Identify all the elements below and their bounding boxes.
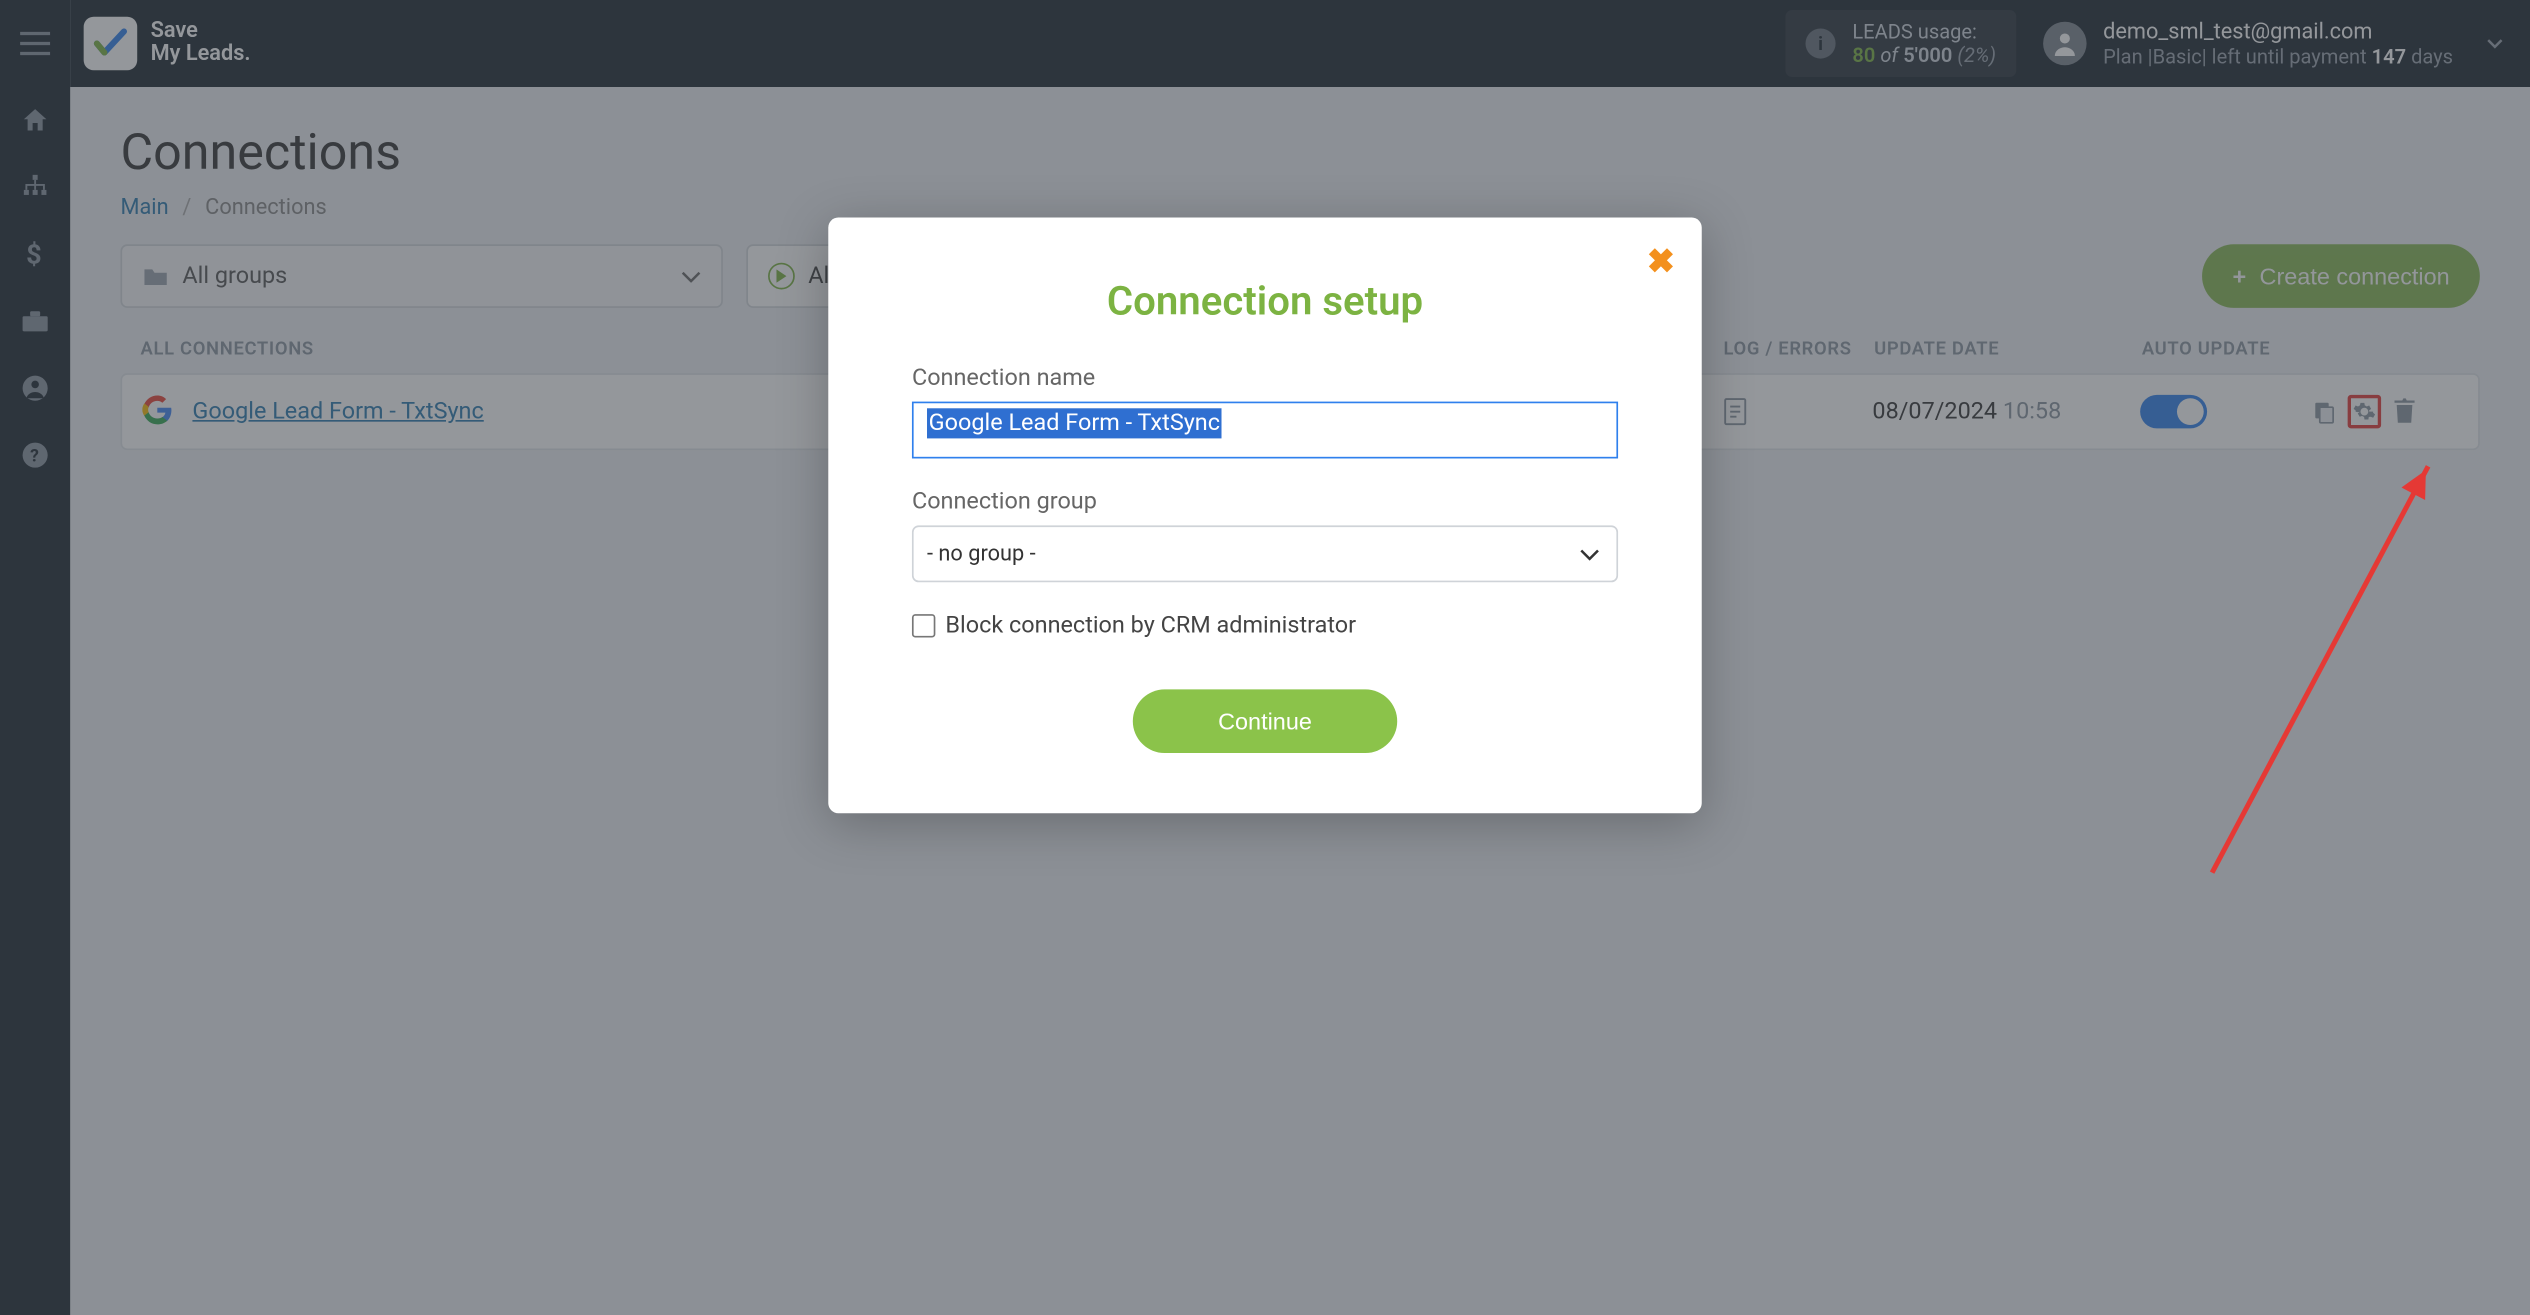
- connection-group-select[interactable]: - no group -: [912, 525, 1618, 582]
- connection-name-input[interactable]: Google Lead Form - TxtSync: [912, 402, 1618, 459]
- block-connection-checkbox[interactable]: Block connection by CRM administrator: [912, 612, 1618, 639]
- connection-group-value: - no group -: [927, 541, 1036, 566]
- block-connection-label: Block connection by CRM administrator: [945, 612, 1356, 639]
- label-connection-name: Connection name: [912, 365, 1618, 392]
- modal-title: Connection setup: [912, 278, 1618, 325]
- label-connection-group: Connection group: [912, 489, 1618, 516]
- checkbox-box-icon: [912, 614, 935, 637]
- continue-button[interactable]: Continue: [1133, 689, 1397, 753]
- connection-setup-modal: ✖ Connection setup Connection name Googl…: [828, 218, 1701, 814]
- chevron-down-icon: [1580, 548, 1600, 560]
- annotation-arrow-head: [2401, 464, 2437, 500]
- close-icon[interactable]: ✖: [1647, 241, 1675, 281]
- modal-overlay: ✖ Connection setup Connection name Googl…: [0, 0, 2530, 1315]
- annotation-arrow: [2210, 465, 2430, 874]
